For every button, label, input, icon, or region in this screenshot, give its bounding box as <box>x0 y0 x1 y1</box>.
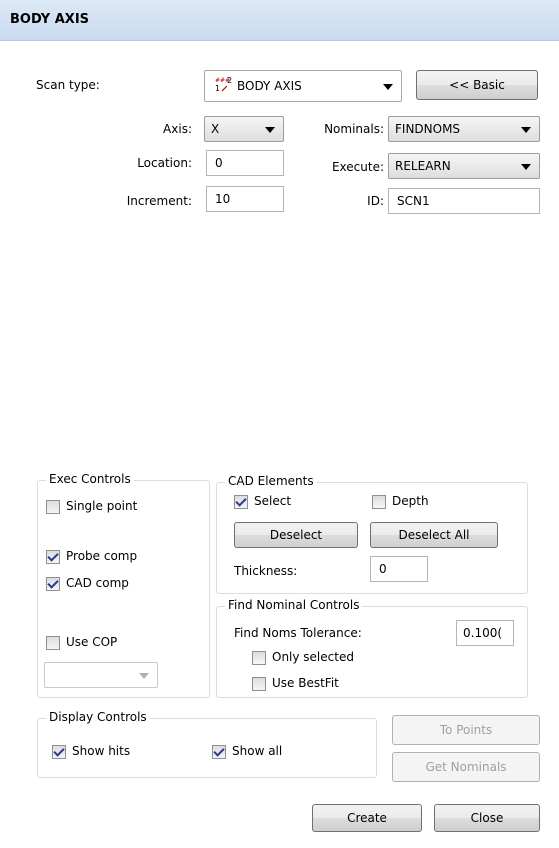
use-cop-label: Use COP <box>66 635 118 649</box>
nominals-value: FINDNOMS <box>395 122 461 136</box>
nominals-label: Nominals: <box>324 122 384 136</box>
cop-select[interactable] <box>44 662 158 688</box>
single-point-label: Single point <box>66 499 138 513</box>
nominals-select[interactable]: FINDNOMS <box>388 116 540 142</box>
probe-comp-label: Probe comp <box>66 549 138 563</box>
location-value: 0 <box>215 156 223 170</box>
increment-label: Increment: <box>126 194 192 208</box>
thickness-value: 0 <box>379 562 387 576</box>
axis-value: X <box>211 122 220 136</box>
to-points-button[interactable]: To Points <box>392 715 540 745</box>
execute-label: Execute: <box>331 160 384 174</box>
scan-type-select[interactable]: ### 2 1 BODY AXIS <box>204 70 402 102</box>
chevron-down-icon <box>265 127 275 133</box>
probe-comp-checkbox[interactable] <box>46 550 60 564</box>
depth-label: Depth <box>392 494 429 508</box>
chevron-down-icon <box>139 673 149 679</box>
thickness-label: Thickness: <box>234 564 298 578</box>
depth-checkbox[interactable] <box>372 495 386 509</box>
window-title: BODY AXIS <box>10 12 90 27</box>
axis-select[interactable]: X <box>204 116 284 142</box>
use-bestfit-checkbox[interactable] <box>252 677 266 691</box>
cad-elements-title: CAD Elements <box>225 474 317 488</box>
id-field[interactable]: SCN1 <box>388 188 540 214</box>
only-selected-checkbox[interactable] <box>252 651 266 665</box>
scan-type-value: BODY AXIS <box>237 79 302 93</box>
close-button[interactable]: Close <box>434 804 540 832</box>
location-field[interactable]: 0 <box>206 150 284 176</box>
chevron-down-icon <box>521 164 531 170</box>
exec-controls-title: Exec Controls <box>46 472 134 486</box>
chevron-down-icon <box>521 127 531 133</box>
single-point-checkbox[interactable] <box>46 500 60 514</box>
title-bar: BODY AXIS <box>0 0 559 41</box>
scan-type-icon: ### 2 1 <box>215 76 232 93</box>
create-button[interactable]: Create <box>312 804 422 832</box>
increment-field[interactable]: 10 <box>206 186 284 212</box>
find-nominal-controls-title: Find Nominal Controls <box>225 598 363 612</box>
select-checkbox[interactable] <box>234 495 248 509</box>
id-value: SCN1 <box>397 194 430 208</box>
execute-select[interactable]: RELEARN <box>388 153 540 179</box>
select-label: Select <box>254 494 292 508</box>
deselect-button[interactable]: Deselect <box>234 522 358 548</box>
location-label: Location: <box>137 156 192 170</box>
show-all-label: Show all <box>232 744 283 758</box>
use-bestfit-label: Use BestFit <box>272 676 339 690</box>
scan-type-label: Scan type: <box>36 78 100 92</box>
thickness-field[interactable]: 0 <box>370 556 428 582</box>
svg-text:1: 1 <box>215 84 220 93</box>
show-all-checkbox[interactable] <box>212 745 226 759</box>
svg-text:2: 2 <box>227 76 232 85</box>
use-cop-checkbox[interactable] <box>46 636 60 650</box>
find-noms-tolerance-value: 0.100( <box>463 626 503 640</box>
increment-value: 10 <box>215 192 231 206</box>
get-nominals-button[interactable]: Get Nominals <box>392 752 540 782</box>
execute-value: RELEARN <box>395 159 451 173</box>
show-hits-label: Show hits <box>72 744 131 758</box>
deselect-all-button[interactable]: Deselect All <box>370 522 498 548</box>
cad-comp-label: CAD comp <box>66 576 129 590</box>
show-hits-checkbox[interactable] <box>52 745 66 759</box>
find-noms-tolerance-label: Find Noms Tolerance: <box>234 626 362 640</box>
find-noms-tolerance-field[interactable]: 0.100( <box>456 620 514 646</box>
chevron-down-icon <box>383 84 393 90</box>
cad-comp-checkbox[interactable] <box>46 577 60 591</box>
axis-label: Axis: <box>163 122 192 136</box>
id-label: ID: <box>367 194 384 208</box>
display-controls-title: Display Controls <box>46 710 150 724</box>
only-selected-label: Only selected <box>272 650 354 664</box>
basic-button[interactable]: << Basic <box>416 70 538 100</box>
